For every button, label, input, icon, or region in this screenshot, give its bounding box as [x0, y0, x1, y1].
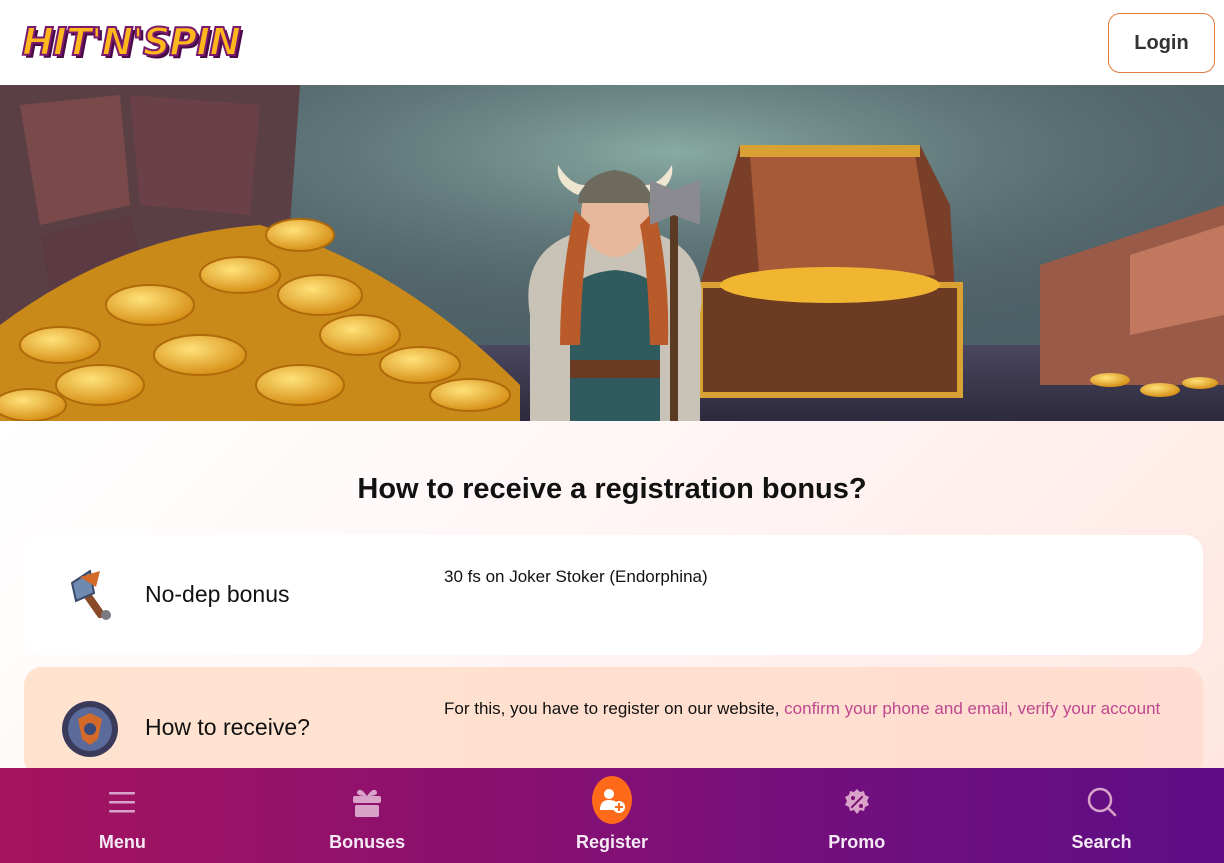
bonus-card-how-to-receive: How to receive? For this, you have to re…	[24, 667, 1203, 777]
nav-menu[interactable]: Menu	[0, 768, 245, 863]
verify-account-link[interactable]: confirm your phone and email, verify you…	[784, 699, 1160, 718]
nav-bonuses[interactable]: Bonuses	[245, 768, 490, 863]
nav-label: Register	[575, 832, 648, 852]
nav-register[interactable]: Register	[490, 768, 735, 863]
bonus-card-no-dep: No-dep bonus 30 fs on Joker Stoker (Endo…	[24, 535, 1203, 655]
search-icon	[1082, 782, 1122, 822]
shield-icon	[60, 699, 120, 759]
nav-promo[interactable]: Promo	[734, 768, 979, 863]
card-label: How to receive?	[145, 714, 310, 740]
card-text-plain: For this, you have to register on our we…	[444, 699, 785, 718]
section-title: How to receive a registration bonus?	[357, 473, 867, 505]
bonus-section: How to receive a registration bonus? No-…	[0, 421, 1224, 777]
hero-illustration	[0, 85, 1224, 421]
card-text: For this, you have to register on our we…	[444, 697, 1164, 721]
axe-icon	[60, 565, 120, 625]
nav-label: Promo	[828, 832, 886, 852]
nav-search[interactable]: Search	[979, 768, 1224, 863]
bottom-nav: Menu Bonuses Register Promo Search	[0, 768, 1224, 863]
gift-icon	[347, 782, 387, 822]
login-button[interactable]: Login	[1108, 13, 1215, 73]
card-text: 30 fs on Joker Stoker (Endorphina)	[444, 567, 708, 586]
nav-label: Search	[1071, 832, 1132, 852]
header: HIT'N'SPIN Login	[0, 0, 1224, 85]
logo-text: HIT'N'SPIN	[21, 19, 242, 65]
nav-label: Menu	[98, 832, 146, 852]
logo[interactable]: HIT'N'SPIN	[21, 14, 242, 70]
nav-label: Bonuses	[329, 832, 406, 852]
hamburger-icon	[102, 782, 142, 822]
hero-banner	[0, 85, 1224, 421]
discount-icon	[837, 782, 877, 822]
card-label: No-dep bonus	[145, 581, 290, 607]
add-user-icon	[591, 775, 632, 824]
